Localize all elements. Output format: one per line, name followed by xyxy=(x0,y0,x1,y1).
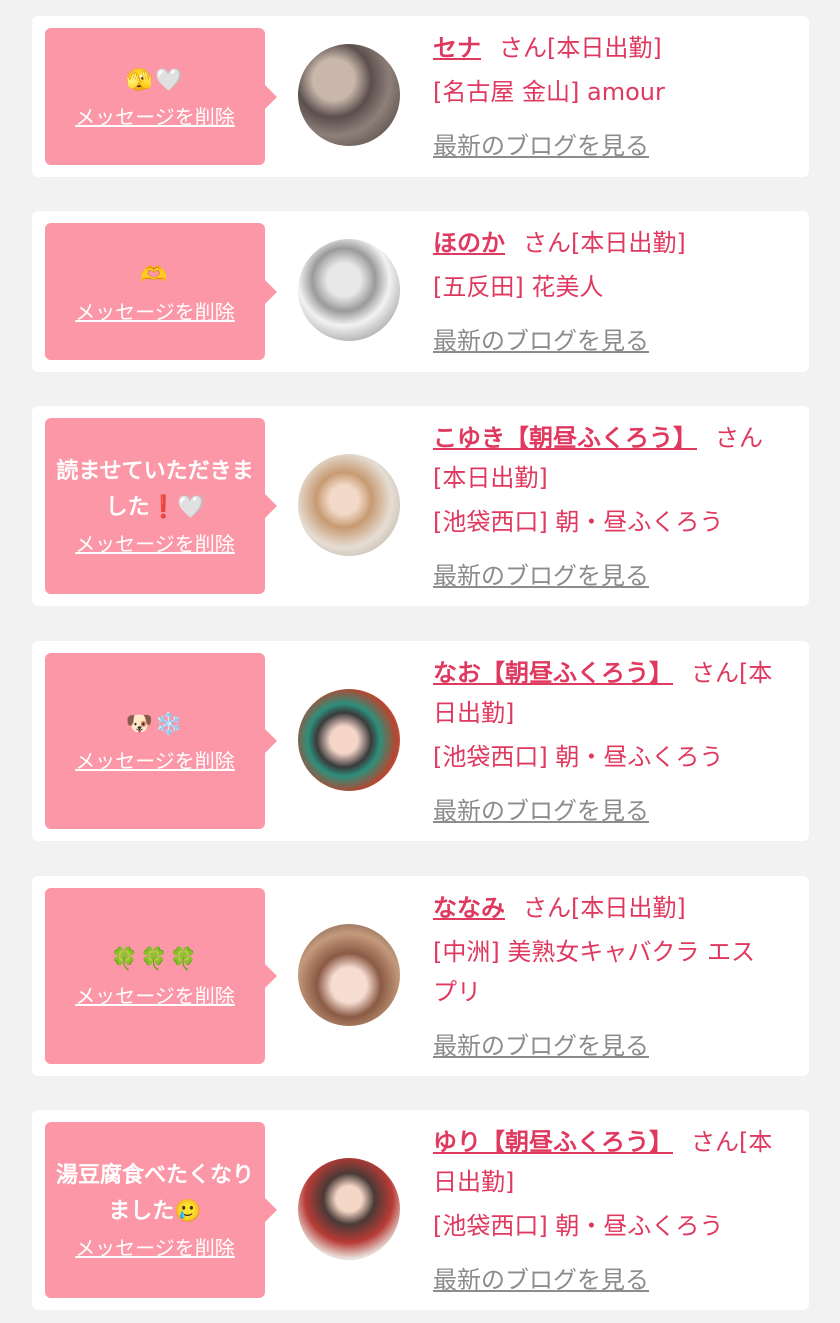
name-line: セナ さん[本日出勤] xyxy=(433,28,778,68)
shop-name: [池袋西口] 朝・昼ふくろう xyxy=(433,743,724,771)
name-line: ゆり【朝昼ふくろう】 さん[本日出勤] xyxy=(433,1122,778,1202)
shop-name: [名古屋 金山] amour xyxy=(433,78,665,106)
name-suffix: さん[本日出勤] xyxy=(523,229,686,257)
message-bubble: 🍀🍀🍀 メッセージを削除 xyxy=(45,888,277,1064)
message-bubble: 🐶❄️ メッセージを削除 xyxy=(45,653,277,829)
avatar[interactable] xyxy=(298,44,400,146)
name-line: ななみ さん[本日出勤] xyxy=(433,888,778,928)
delete-message-link[interactable]: メッセージを削除 xyxy=(75,982,235,1010)
profile-info: ほのか さん[本日出勤] [五反田] 花美人 最新のブログを見る xyxy=(433,223,778,361)
profile-info: ゆり【朝昼ふくろう】 さん[本日出勤] [池袋西口] 朝・昼ふくろう 最新のブログ… xyxy=(433,1122,778,1300)
name-suffix: さん[本日出勤] xyxy=(523,894,686,922)
girl-name-link[interactable]: ほのか xyxy=(433,229,505,257)
message-text: 🍀🍀🍀 xyxy=(110,947,200,972)
delete-message-link[interactable]: メッセージを削除 xyxy=(75,1234,235,1262)
profile-info: セナ さん[本日出勤] [名古屋 金山] amour 最新のブログを見る xyxy=(433,28,778,166)
latest-blog-link[interactable]: 最新のブログを見る xyxy=(433,1260,649,1300)
girl-name-link[interactable]: こゆき【朝昼ふくろう】 xyxy=(433,424,697,452)
message-card: 🐶❄️ メッセージを削除 なお【朝昼ふくろう】 さん[本日出勤] [池袋西口] 朝… xyxy=(32,641,809,841)
message-text: 読ませていただきました❗️🤍 xyxy=(56,459,254,520)
profile-info: こゆき【朝昼ふくろう】 さん[本日出勤] [池袋西口] 朝・昼ふくろう 最新のブロ… xyxy=(433,418,778,596)
name-line: なお【朝昼ふくろう】 さん[本日出勤] xyxy=(433,653,778,733)
message-card: 読ませていただきました❗️🤍 メッセージを削除 こゆき【朝昼ふくろう】 さん[本日… xyxy=(32,406,809,606)
message-card: 🫶 メッセージを削除 ほのか さん[本日出勤] [五反田] 花美人 最新のブログを… xyxy=(32,211,809,372)
message-bubble: 読ませていただきました❗️🤍 メッセージを削除 xyxy=(45,418,277,594)
latest-blog-link[interactable]: 最新のブログを見る xyxy=(433,791,649,831)
shop-name: [五反田] 花美人 xyxy=(433,273,604,301)
avatar[interactable] xyxy=(298,239,400,341)
message-card: 🍀🍀🍀 メッセージを削除 ななみ さん[本日出勤] [中洲] 美熟女キャバクラ エ… xyxy=(32,876,809,1076)
shop-name: [中洲] 美熟女キャバクラ エスプリ xyxy=(433,938,755,1006)
latest-blog-link[interactable]: 最新のブログを見る xyxy=(433,1026,649,1066)
avatar[interactable] xyxy=(298,924,400,1026)
latest-blog-link[interactable]: 最新のブログを見る xyxy=(433,126,649,166)
shop-name: [池袋西口] 朝・昼ふくろう xyxy=(433,508,724,536)
girl-name-link[interactable]: セナ xyxy=(433,34,481,62)
delete-message-link[interactable]: メッセージを削除 xyxy=(75,747,235,775)
girl-name-link[interactable]: ゆり【朝昼ふくろう】 xyxy=(433,1128,673,1156)
girl-name-link[interactable]: なお【朝昼ふくろう】 xyxy=(433,659,673,687)
avatar[interactable] xyxy=(298,454,400,556)
delete-message-link[interactable]: メッセージを削除 xyxy=(75,530,235,558)
name-suffix: さん[本日出勤] xyxy=(499,34,662,62)
avatar[interactable] xyxy=(298,689,400,791)
name-line: こゆき【朝昼ふくろう】 さん[本日出勤] xyxy=(433,418,778,498)
delete-message-link[interactable]: メッセージを削除 xyxy=(75,298,235,326)
message-bubble: 🫶 メッセージを削除 xyxy=(45,223,277,360)
message-card: 湯豆腐食べたくなりました🥲 メッセージを削除 ゆり【朝昼ふくろう】 さん[本日出勤… xyxy=(32,1110,809,1310)
message-text: 湯豆腐食べたくなりました🥲 xyxy=(55,1163,254,1224)
delete-message-link[interactable]: メッセージを削除 xyxy=(75,103,235,131)
name-line: ほのか さん[本日出勤] xyxy=(433,223,778,263)
message-text: 🫣🤍 xyxy=(125,67,185,93)
avatar[interactable] xyxy=(298,1158,400,1260)
message-text: 🫶 xyxy=(140,262,170,288)
profile-info: ななみ さん[本日出勤] [中洲] 美熟女キャバクラ エスプリ 最新のブログを見る xyxy=(433,888,778,1066)
girl-name-link[interactable]: ななみ xyxy=(433,894,505,922)
profile-info: なお【朝昼ふくろう】 さん[本日出勤] [池袋西口] 朝・昼ふくろう 最新のブログ… xyxy=(433,653,778,831)
message-card: 🫣🤍 メッセージを削除 セナ さん[本日出勤] [名古屋 金山] amour 最新… xyxy=(32,16,809,177)
message-text: 🐶❄️ xyxy=(125,712,185,737)
shop-name: [池袋西口] 朝・昼ふくろう xyxy=(433,1212,724,1240)
message-bubble: 🫣🤍 メッセージを削除 xyxy=(45,28,277,165)
latest-blog-link[interactable]: 最新のブログを見る xyxy=(433,556,649,596)
latest-blog-link[interactable]: 最新のブログを見る xyxy=(433,321,649,361)
message-bubble: 湯豆腐食べたくなりました🥲 メッセージを削除 xyxy=(45,1122,277,1298)
